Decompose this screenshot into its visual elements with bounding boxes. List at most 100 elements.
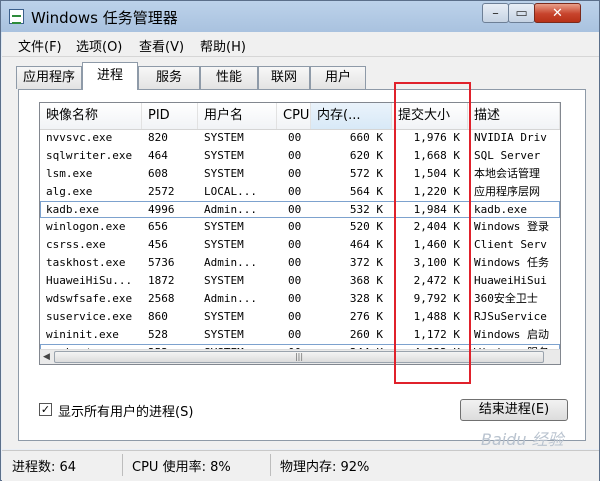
cell-commit: 1,488 K	[413, 309, 460, 323]
status-memory: 物理内存: 92%	[280, 460, 370, 475]
table-row[interactable]: suservice.exe 860 SYSTEM 00 276 K 1,488 K RJSu…	[40, 308, 560, 326]
table-row[interactable]: nvvsvc.exe 820 SYSTEM 00 660 K 1,976 K NVIDIA …	[40, 129, 560, 147]
menu-bar: 文件(F) 选项(O) 查看(V) 帮助(H)	[2, 32, 599, 57]
scroll-left-arrow-icon[interactable]: ◀	[43, 352, 50, 362]
menu-options[interactable]: 选项(O)	[76, 36, 122, 55]
table-row[interactable]: winlogon.exe 656 SYSTEM 00 520 K 2,404 K Windo…	[40, 218, 560, 236]
horizontal-scrollbar[interactable]: ◀ ||| ▶	[40, 349, 560, 364]
col-cpu[interactable]: CPU	[277, 103, 311, 129]
process-list: 映像名称 PID 用户名 CPU 内存(... 提交大小 描述 nvvsvc.e…	[39, 102, 561, 365]
status-cpu-usage: CPU 使用率: 8%	[132, 460, 231, 475]
menu-file[interactable]: 文件(F)	[18, 36, 62, 55]
col-description[interactable]: 描述	[468, 103, 560, 129]
cell-desc: Windows 登录	[474, 220, 549, 234]
show-all-users-checkbox[interactable]: ✓	[39, 403, 52, 416]
menu-view[interactable]: 查看(V)	[139, 36, 184, 55]
table-row[interactable]: taskhost.exe 5736 Admin... 00 372 K 3,100 K Wi…	[40, 254, 560, 272]
tab-processes[interactable]: 进程	[82, 62, 138, 90]
cell-desc: 应用程序层网	[474, 184, 540, 198]
cell-user: SYSTEM	[204, 148, 244, 162]
tab-performance[interactable]: 性能	[200, 66, 258, 89]
status-divider	[270, 454, 271, 476]
status-process-count: 进程数: 64	[12, 460, 77, 475]
cell-pid: 528	[148, 327, 168, 341]
cell-cpu: 00	[288, 256, 302, 270]
tab-users[interactable]: 用户	[310, 66, 366, 89]
minimize-button[interactable]: –	[482, 3, 509, 23]
cell-cpu: 00	[288, 238, 302, 252]
cell-name: winlogon.exe	[46, 220, 126, 234]
cell-pid: 860	[148, 309, 168, 323]
cell-name: kadb.exe	[46, 202, 99, 216]
cell-mem: 520 K	[349, 220, 383, 234]
client-area: 应用程序 进程 服务 性能 联网 用户 映像名称 PID 用户名 CPU 内存(…	[2, 57, 599, 449]
cell-pid: 464	[148, 148, 168, 162]
cell-mem: 372 K	[349, 256, 383, 270]
cell-commit: 1,172 K	[413, 327, 460, 341]
table-row[interactable]: HuaweiHiSu... 1872 SYSTEM 00 368 K 2,472 K Hua…	[40, 272, 560, 290]
cell-desc: 本地会话管理	[474, 166, 540, 180]
col-image-name[interactable]: 映像名称	[40, 103, 142, 129]
cell-pid: 1872	[148, 274, 175, 288]
tab-services[interactable]: 服务	[138, 66, 200, 89]
cell-mem: 464 K	[349, 238, 383, 252]
col-commit-size[interactable]: 提交大小	[392, 103, 468, 129]
cell-commit: 2,404 K	[413, 220, 460, 234]
table-row[interactable]: wininit.exe 528 SYSTEM 00 260 K 1,172 K Window…	[40, 326, 560, 344]
tab-applications[interactable]: 应用程序	[16, 66, 82, 89]
show-all-users-label[interactable]: 显示所有用户的进程(S)	[58, 401, 193, 420]
cell-commit: 1,976 K	[413, 131, 460, 144]
cell-pid: 608	[148, 166, 168, 180]
col-memory[interactable]: 内存(...	[311, 103, 392, 129]
cell-mem: 328 K	[349, 292, 383, 306]
cell-name: csrss.exe	[46, 238, 106, 252]
table-row[interactable]: sqlwriter.exe 464 SYSTEM 00 620 K 1,668 K SQL …	[40, 147, 560, 165]
cell-cpu: 00	[288, 131, 302, 144]
cell-desc: 360安全卫士	[474, 292, 538, 306]
cell-desc: kadb.exe	[474, 202, 527, 216]
cell-pid: 2572	[148, 184, 175, 198]
cell-desc: RJSuService	[474, 309, 547, 323]
cell-user: SYSTEM	[204, 166, 244, 180]
cell-name: wdswfsafe.exe	[46, 292, 133, 306]
maximize-button[interactable]: ▭	[508, 3, 535, 23]
cell-cpu: 00	[288, 202, 302, 216]
cell-user: LOCAL...	[204, 184, 257, 198]
cell-user: SYSTEM	[204, 238, 244, 252]
tab-networking[interactable]: 联网	[258, 66, 310, 89]
cell-commit: 1,460 K	[413, 238, 460, 252]
task-manager-window: Windows 任务管理器 – ▭ ✕ 文件(F) 选项(O) 查看(V) 帮助…	[0, 0, 600, 481]
cell-cpu: 00	[288, 166, 302, 180]
cell-name: wininit.exe	[46, 327, 119, 341]
title-bar[interactable]: Windows 任务管理器 – ▭ ✕	[1, 1, 599, 32]
cell-user: Admin...	[204, 256, 257, 270]
status-bar: 进程数: 64 CPU 使用率: 8% 物理内存: 92%	[2, 450, 599, 481]
col-user-name[interactable]: 用户名	[198, 103, 277, 129]
baidu-watermark: Baidu 经验	[481, 430, 564, 449]
table-row[interactable]: csrss.exe 456 SYSTEM 00 464 K 1,460 K Client S…	[40, 236, 560, 254]
cell-name: alg.exe	[46, 184, 93, 198]
horizontal-scroll-thumb[interactable]: |||	[54, 351, 544, 363]
cell-user: SYSTEM	[204, 309, 244, 323]
close-button[interactable]: ✕	[534, 3, 581, 23]
cell-cpu: 00	[288, 292, 302, 306]
table-row[interactable]: wdswfsafe.exe 2568 Admin... 00 328 K 9,792 K 3…	[40, 290, 560, 308]
cell-name: sqlwriter.exe	[46, 148, 133, 162]
cell-mem: 572 K	[349, 166, 383, 180]
cell-cpu: 00	[288, 184, 302, 198]
cell-user: Admin...	[204, 202, 257, 216]
table-row[interactable]: lsm.exe 608 SYSTEM 00 572 K 1,504 K 本地会话管理	[40, 165, 560, 183]
cell-mem: 564 K	[349, 184, 383, 198]
cell-user: SYSTEM	[204, 131, 244, 144]
cell-mem: 276 K	[349, 309, 383, 323]
cell-pid: 820	[148, 131, 168, 144]
table-row[interactable]: kadb.exe 4996 Admin... 00 532 K 1,984 K kadb.e…	[40, 200, 560, 219]
cell-name: suservice.exe	[46, 309, 133, 323]
table-row[interactable]: alg.exe 2572 LOCAL... 00 564 K 1,220 K 应用程序层网	[40, 183, 560, 201]
menu-help[interactable]: 帮助(H)	[200, 36, 246, 55]
cell-desc: Client Serv	[474, 238, 547, 252]
end-process-button[interactable]: 结束进程(E)	[460, 399, 568, 421]
status-divider	[122, 454, 123, 476]
cell-commit: 3,100 K	[413, 256, 460, 270]
col-pid[interactable]: PID	[142, 103, 198, 129]
